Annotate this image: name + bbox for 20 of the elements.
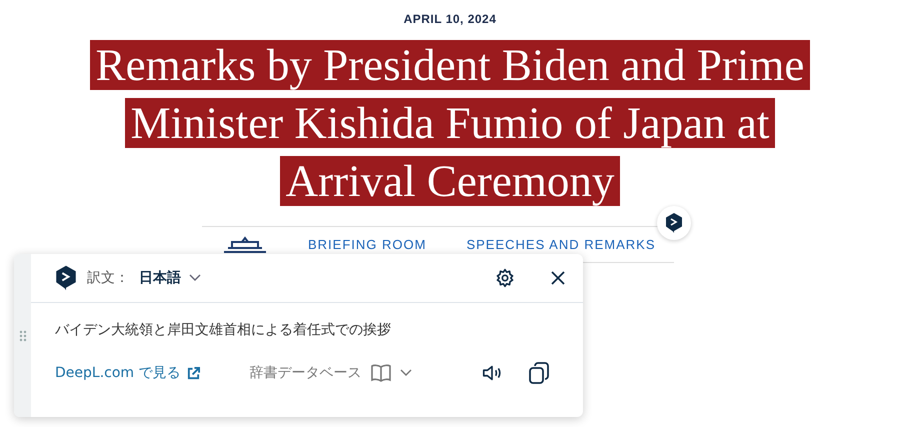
deepl-logo-icon: [55, 265, 77, 291]
chevron-down-icon: [400, 369, 412, 377]
copy-icon[interactable]: [527, 361, 551, 385]
chevron-down-icon: [189, 274, 201, 282]
target-label: 訳文：: [87, 269, 129, 287]
breadcrumb-link[interactable]: SPEECHES AND REMARKS: [466, 237, 656, 252]
building-icon: [222, 236, 268, 254]
deepl-link[interactable]: DeepL.com で見る: [55, 364, 200, 382]
deepl-button[interactable]: [657, 206, 691, 240]
breadcrumb-link[interactable]: BRIEFING ROOM: [308, 237, 426, 252]
settings-icon[interactable]: [495, 268, 515, 288]
book-icon: [370, 364, 392, 382]
article-date: APRIL 10, 2024: [402, 11, 498, 26]
drag-handle[interactable]: [14, 254, 31, 417]
deepl-logo-icon: [665, 213, 683, 233]
translated-text: バイデン大統領と岸田文雄首相による着任式での挨拶: [54, 321, 392, 339]
dictionary-button[interactable]: 辞書データベース: [250, 364, 412, 382]
close-icon[interactable]: [551, 271, 565, 285]
language-select[interactable]: 日本語: [139, 269, 201, 287]
external-link-icon: [186, 366, 200, 380]
